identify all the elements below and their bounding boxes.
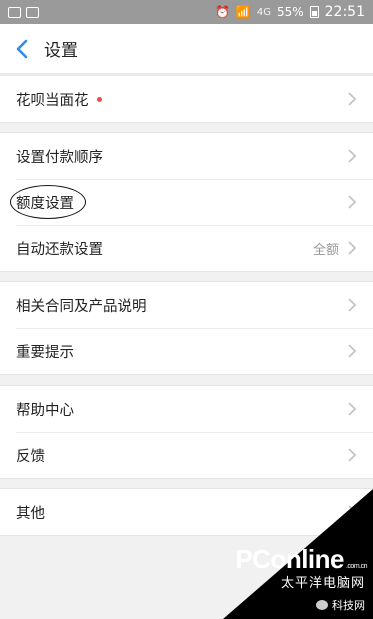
chevron-right-icon bbox=[347, 240, 357, 256]
watermark-logo: PConline .com.cn bbox=[227, 544, 367, 575]
chevron-right-icon bbox=[347, 343, 357, 359]
settings-group-2: 设置付款顺序 额度设置 自动还款设置 全额 bbox=[0, 132, 373, 272]
page-title: 设置 bbox=[44, 41, 78, 61]
row-auto-repay[interactable]: 自动还款设置 全额 bbox=[0, 225, 373, 271]
chevron-right-icon bbox=[347, 401, 357, 417]
chevron-right-icon bbox=[347, 297, 357, 313]
clock: 22:51 bbox=[324, 4, 365, 20]
system-status: ⏰ 📶 4G 55% 22:51 bbox=[215, 4, 365, 20]
settings-group-3: 相关合同及产品说明 重要提示 bbox=[0, 281, 373, 375]
red-dot-badge bbox=[96, 96, 102, 102]
title-bar: 设置 bbox=[0, 24, 373, 74]
status-bar: ⏰ 📶 4G 55% 22:51 bbox=[0, 0, 373, 24]
row-help-center[interactable]: 帮助中心 bbox=[0, 386, 373, 432]
chevron-right-icon bbox=[347, 91, 357, 107]
row-value: 全额 bbox=[312, 242, 339, 258]
row-label: 相关合同及产品说明 bbox=[16, 298, 147, 315]
watermark-chinese-name: 太平洋电脑网 bbox=[280, 576, 365, 591]
back-button[interactable] bbox=[0, 24, 44, 74]
chevron-right-icon bbox=[347, 194, 357, 210]
row-important-notice[interactable]: 重要提示 bbox=[0, 328, 373, 374]
row-credit-limit[interactable]: 额度设置 bbox=[0, 179, 373, 225]
wifi-icon: 📶 bbox=[235, 5, 251, 19]
wechat-icon bbox=[316, 600, 328, 610]
row-label: 花呗当面花 bbox=[16, 92, 89, 109]
notification-icons bbox=[8, 6, 39, 18]
app-notification-icon bbox=[26, 6, 39, 18]
settings-group-1: 花呗当面花 bbox=[0, 75, 373, 123]
row-payment-order[interactable]: 设置付款顺序 bbox=[0, 133, 373, 179]
battery-icon bbox=[309, 6, 319, 18]
watermark-badge-text: 科技网 bbox=[332, 599, 365, 612]
alarm-icon: ⏰ bbox=[214, 5, 230, 19]
row-label: 设置付款顺序 bbox=[16, 149, 103, 166]
back-arrow-icon bbox=[16, 39, 28, 58]
image-notification-icon bbox=[8, 6, 21, 18]
row-huabei-face-to-face[interactable]: 花呗当面花 bbox=[0, 76, 373, 122]
settings-group-4: 帮助中心 反馈 bbox=[0, 385, 373, 479]
row-feedback[interactable]: 反馈 bbox=[0, 432, 373, 478]
hand-drawn-circle bbox=[10, 185, 86, 219]
network-type: 4G bbox=[256, 6, 271, 18]
row-label: 重要提示 bbox=[16, 344, 74, 361]
row-contracts[interactable]: 相关合同及产品说明 bbox=[0, 282, 373, 328]
watermark-domain: .com.cn bbox=[345, 563, 368, 570]
row-label: 自动还款设置 bbox=[16, 241, 103, 258]
chevron-right-icon bbox=[347, 148, 357, 164]
row-label: 帮助中心 bbox=[16, 402, 74, 419]
row-label: 其他 bbox=[16, 505, 45, 522]
battery-percent: 55% bbox=[276, 5, 304, 19]
chevron-right-icon bbox=[347, 447, 357, 463]
watermark-badge: 科技网 bbox=[316, 597, 365, 613]
row-label: 反馈 bbox=[16, 448, 45, 465]
watermark-logo-text: PConline bbox=[235, 544, 344, 574]
